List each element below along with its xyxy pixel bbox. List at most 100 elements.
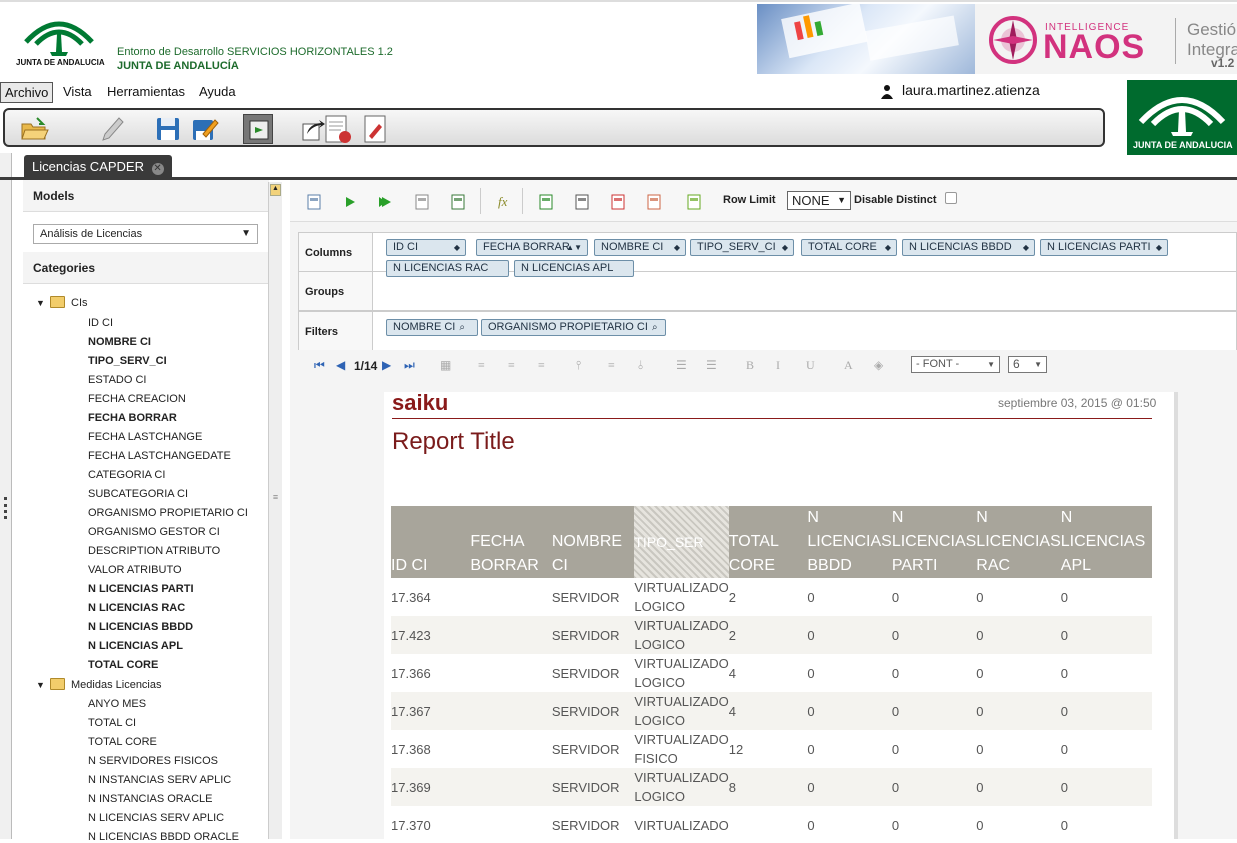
tree-item-n-licencias-parti[interactable]: N LICENCIAS PARTI	[88, 583, 194, 595]
edit-pencil-icon[interactable]	[97, 114, 127, 144]
column-header-n-licencias-parti[interactable]: N LICENCIAS PARTI	[891, 506, 977, 578]
tree-item-estado-ci[interactable]: ESTADO CI	[88, 374, 146, 386]
tree-item-n-licencias-rac[interactable]: N LICENCIAS RAC	[88, 602, 185, 614]
align-left-icon[interactable]: ≡	[478, 358, 485, 373]
left-collapse-bar[interactable]	[0, 153, 12, 839]
toggle-fields-icon[interactable]	[414, 194, 430, 210]
auto-run-icon[interactable]	[378, 194, 394, 210]
tree-item-total-core[interactable]: TOTAL CORE	[88, 659, 158, 671]
save-icon[interactable]	[153, 114, 183, 144]
tab-licencias-capder[interactable]: Licencias CAPDER ✕	[24, 155, 172, 180]
table-style-icon[interactable]: ▦	[440, 358, 451, 373]
tree-item-tipo-serv-ci[interactable]: TIPO_SERV_CI	[88, 355, 167, 367]
last-page-icon[interactable]: ⏭	[404, 358, 415, 373]
export-icon[interactable]	[450, 194, 466, 210]
bold-icon[interactable]: B	[746, 358, 754, 373]
column-pill-n-licencias-apl[interactable]: N LICENCIAS APL	[514, 260, 634, 277]
valign-bottom-icon[interactable]: ⫰	[638, 358, 643, 373]
formula-icon[interactable]: fx	[498, 194, 514, 210]
sort-icon[interactable]: ◆	[782, 240, 788, 255]
column-pill-id-ci[interactable]: ID CI ◆	[386, 239, 466, 256]
column-pill-tipo-serv-ci[interactable]: TIPO_SERV_CI ◆	[690, 239, 794, 256]
tree-item-organismo-gestor-ci[interactable]: ORGANISMO GESTOR CI	[88, 526, 220, 538]
open-query-icon[interactable]	[306, 194, 322, 210]
search-icon[interactable]: ⌕	[652, 322, 658, 333]
tree-item-id-ci[interactable]: ID CI	[88, 317, 113, 329]
tree-item-fecha-lastchangedate[interactable]: FECHA LASTCHANGEDATE	[88, 450, 231, 462]
tree-item-organismo-propietario-ci[interactable]: ORGANISMO PROPIETARIO CI	[88, 507, 248, 519]
tree-item-n-licencias-bbdd-oracle[interactable]: N LICENCIAS BBDD ORACLE	[88, 831, 239, 843]
font-select[interactable]: - FONT - ▼	[911, 356, 1000, 373]
sort-icon[interactable]: ▲▼	[566, 240, 582, 255]
menu-ayuda[interactable]: Ayuda	[195, 82, 240, 103]
prev-page-icon[interactable]: ◀	[336, 358, 345, 372]
valign-middle-icon[interactable]: ≡	[608, 358, 615, 373]
filter-pill-nombre-ci[interactable]: NOMBRE CI ⌕	[386, 319, 478, 336]
column-header-tipo-ser[interactable]: TIPO_SER	[634, 506, 729, 578]
sort-icon[interactable]: ◆	[454, 240, 460, 255]
sort-icon[interactable]: ◆	[1023, 240, 1029, 255]
column-header-n-licencias-bbdd[interactable]: N LICENCIAS BBDD	[807, 506, 892, 578]
tree-item-n-instancias-oracle[interactable]: N INSTANCIAS ORACLE	[88, 793, 213, 805]
column-pill-n-licencias-rac[interactable]: N LICENCIAS RAC	[386, 260, 509, 277]
menu-herramientas[interactable]: Herramientas	[103, 82, 189, 103]
tree-item-subcategoria-ci[interactable]: SUBCATEGORIA CI	[88, 488, 188, 500]
menu-vista[interactable]: Vista	[59, 82, 96, 103]
column-header-total-core[interactable]: TOTAL CORE	[728, 506, 808, 578]
italic-icon[interactable]: I	[776, 358, 780, 373]
tree-item-fecha-borrar[interactable]: FECHA BORRAR	[88, 412, 177, 424]
groups-axis[interactable]: Groups	[298, 271, 1237, 311]
tree-item-description-atributo[interactable]: DESCRIPTION ATRIBUTO	[88, 545, 220, 557]
open-folder-icon[interactable]	[19, 114, 49, 144]
tree-item-n-licencias-bbdd[interactable]: N LICENCIAS BBDD	[88, 621, 193, 633]
tree-item-n-licencias-apl[interactable]: N LICENCIAS APL	[88, 640, 183, 652]
tree-item-n-licencias-serv-aplic[interactable]: N LICENCIAS SERV APLIC	[88, 812, 224, 824]
tree-item-nombre-ci[interactable]: NOMBRE CI	[88, 336, 151, 348]
font-color-icon[interactable]: A	[844, 358, 853, 373]
tree-folder-medidas-licencias[interactable]: Medidas Licencias	[71, 679, 162, 691]
sort-icon[interactable]: ◆	[885, 240, 891, 255]
xmla-icon[interactable]	[574, 194, 590, 210]
column-header-fecha-borrar[interactable]: FECHA BORRAR	[470, 506, 552, 578]
disable-distinct-checkbox[interactable]	[945, 192, 957, 204]
run-report-icon[interactable]	[243, 114, 273, 144]
menu-archivo[interactable]: Archivo	[0, 82, 54, 103]
save-as-icon[interactable]	[189, 114, 219, 144]
run-query-icon[interactable]	[342, 194, 358, 210]
indent-icon[interactable]: ☰	[676, 358, 687, 373]
expanded-arrow-icon[interactable]: ▼	[36, 680, 45, 690]
report-document-icon[interactable]	[323, 114, 353, 144]
sort-icon[interactable]: ◆	[1156, 240, 1162, 255]
align-right-icon[interactable]: ≡	[538, 358, 545, 373]
tree-item-total-ci[interactable]: TOTAL CI	[88, 717, 136, 729]
edit-report-icon[interactable]	[361, 114, 391, 144]
tree-item-n-servidores-fisicos[interactable]: N SERVIDORES FISICOS	[88, 755, 218, 767]
csv-icon[interactable]	[686, 194, 702, 210]
close-tab-icon[interactable]: ✕	[151, 163, 164, 175]
column-header-n-licencias-rac[interactable]: N LICENCIAS RAC	[976, 506, 1061, 578]
expanded-arrow-icon[interactable]: ▼	[36, 298, 45, 308]
column-pill-total-core[interactable]: TOTAL CORE ◆	[801, 239, 897, 256]
column-pill-n-licencias-parti[interactable]: N LICENCIAS PARTI ◆	[1040, 239, 1168, 256]
column-pill-fecha-borrar[interactable]: FECHA BORRAR ▲▼	[476, 239, 588, 256]
sort-icon[interactable]: ◆	[674, 240, 680, 255]
tree-item-anyo-mes[interactable]: ANYO MES	[88, 698, 146, 710]
underline-icon[interactable]: U	[806, 358, 815, 373]
column-header-n-licencias-apl[interactable]: N LICENCIAS APL	[1060, 506, 1152, 578]
tree-item-categoria-ci[interactable]: CATEGORIA CI	[88, 469, 165, 481]
tree-item-fecha-lastchange[interactable]: FECHA LASTCHANGE	[88, 431, 202, 443]
next-page-icon[interactable]: ▶	[382, 358, 391, 372]
search-icon[interactable]: ⌕	[459, 322, 465, 333]
filter-pill-organismo-propietario-ci[interactable]: ORGANISMO PROPIETARIO CI ⌕	[481, 319, 666, 336]
tree-folder-cis[interactable]: CIs	[71, 297, 88, 309]
outdent-icon[interactable]: ☰	[706, 358, 717, 373]
scroll-up-icon[interactable]: ▲	[270, 184, 281, 196]
model-select[interactable]: Análisis de Licencias ▼	[33, 224, 258, 244]
scroll-grip-icon[interactable]: ≡	[271, 492, 280, 508]
column-pill-nombre-ci[interactable]: NOMBRE CI ◆	[594, 239, 686, 256]
first-page-icon[interactable]: ⏮	[314, 358, 325, 373]
excel-icon[interactable]	[538, 194, 554, 210]
chart-icon[interactable]	[646, 194, 662, 210]
column-header-nombre-ci[interactable]: NOMBRE CI	[551, 506, 635, 578]
row-limit-select[interactable]: NONE ▼	[787, 191, 851, 210]
